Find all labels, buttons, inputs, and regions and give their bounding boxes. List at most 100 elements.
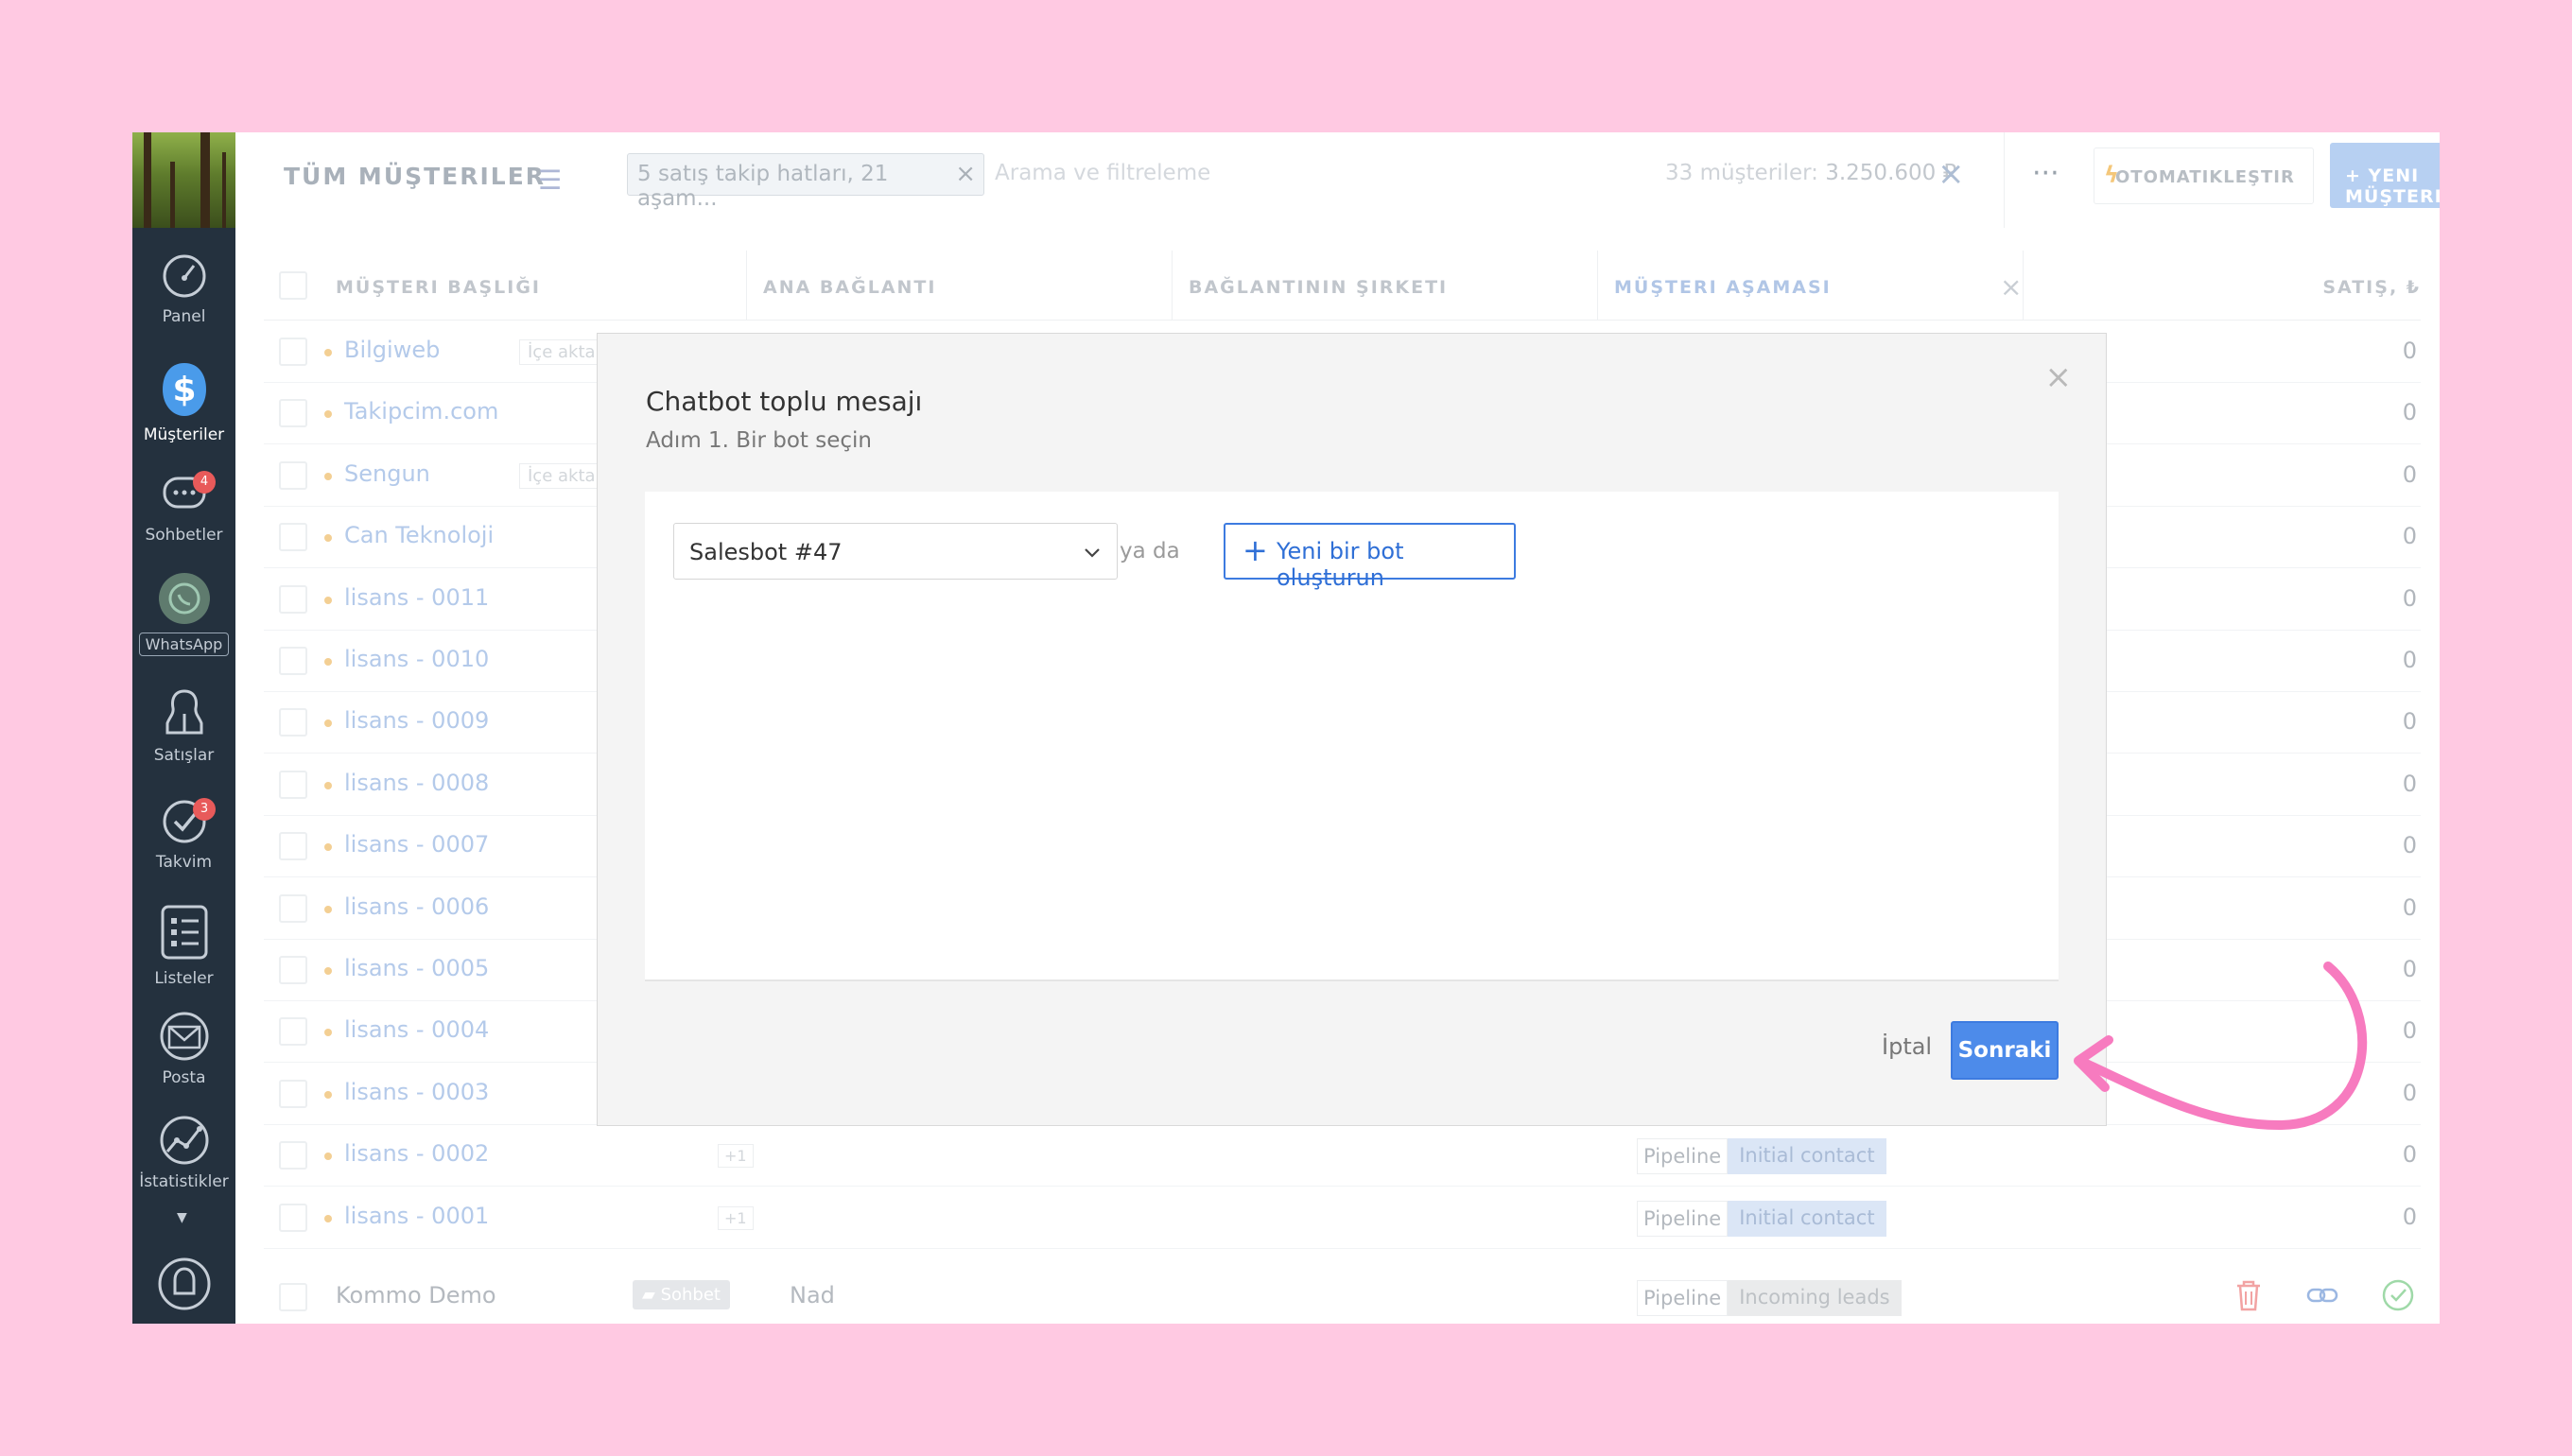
row-checkbox[interactable] bbox=[279, 1203, 307, 1232]
user-avatar[interactable] bbox=[132, 132, 235, 228]
customer-name[interactable]: lisans - 0005 bbox=[344, 955, 489, 981]
row-actions bbox=[2233, 1278, 2415, 1312]
sales-value: 0 bbox=[2402, 1079, 2417, 1106]
sidebar-item-satislar[interactable]: Satışlar bbox=[132, 685, 235, 765]
create-bot-button[interactable]: + Yeni bir bot oluşturun bbox=[1224, 523, 1516, 591]
customer-name[interactable]: lisans - 0003 bbox=[344, 1079, 489, 1105]
page-title: TÜM MÜŞTERILER bbox=[284, 163, 547, 190]
column-header[interactable]: SATIŞ, ₺ bbox=[2322, 251, 2421, 321]
customer-name[interactable]: Sengun bbox=[344, 460, 430, 487]
column-header[interactable]: MÜŞTERI AŞAMASI bbox=[1614, 251, 1832, 321]
sidebar-item-musteriler[interactable]: $ Müşteriler bbox=[132, 361, 235, 444]
sidebar-item-posta[interactable]: Posta bbox=[132, 1012, 235, 1087]
row-checkbox[interactable] bbox=[279, 338, 307, 366]
select-all-checkbox[interactable] bbox=[279, 271, 307, 300]
chat-icon: ▰ bbox=[642, 1285, 661, 1305]
row-checkbox[interactable] bbox=[279, 1283, 307, 1311]
row-checkbox[interactable] bbox=[279, 647, 307, 675]
column-header[interactable]: BAĞLANTININ ŞIRKETI bbox=[1189, 251, 1448, 321]
sidebar-item-istatistikler[interactable]: İstatistikler bbox=[132, 1116, 235, 1191]
sales-value: 0 bbox=[2402, 770, 2417, 797]
status-dot bbox=[324, 534, 332, 543]
row-checkbox[interactable] bbox=[279, 1141, 307, 1170]
customer-name[interactable]: Bilgiweb bbox=[344, 337, 440, 363]
customer-name[interactable]: Takipcim.com bbox=[344, 398, 498, 425]
customer-name[interactable]: lisans - 0006 bbox=[344, 893, 489, 920]
contact-name[interactable]: Nad bbox=[790, 1282, 835, 1309]
customer-name[interactable]: Kommo Demo bbox=[336, 1282, 496, 1309]
gauge-icon bbox=[163, 254, 205, 298]
sidebar-item-label: Takvim bbox=[155, 853, 213, 872]
row-checkbox[interactable] bbox=[279, 893, 307, 923]
row-checkbox[interactable] bbox=[279, 770, 307, 799]
sidebar-item-takvim[interactable]: 3 Takvim bbox=[132, 798, 235, 872]
sidebar-item-notifications[interactable] bbox=[132, 1256, 235, 1320]
sales-value: 0 bbox=[2402, 708, 2417, 736]
sales-value: 0 bbox=[2402, 399, 2417, 426]
bell-icon bbox=[158, 1257, 210, 1310]
row-checkbox[interactable] bbox=[279, 460, 307, 490]
customer-name[interactable]: lisans - 0007 bbox=[344, 831, 489, 858]
chatbot-modal: Chatbot toplu mesajı Adım 1. Bir bot seç… bbox=[597, 333, 2107, 1126]
trash-icon[interactable] bbox=[2233, 1278, 2264, 1312]
row-checkbox[interactable] bbox=[279, 956, 307, 984]
link-icon[interactable] bbox=[2305, 1278, 2339, 1312]
customer-name[interactable]: lisans - 0009 bbox=[344, 707, 489, 734]
column-header[interactable]: ANA BAĞLANTI bbox=[763, 251, 936, 321]
customer-name[interactable]: lisans - 0010 bbox=[344, 646, 489, 672]
notification-badge: 3 bbox=[193, 798, 216, 821]
status-dot bbox=[324, 781, 332, 789]
more-contacts-badge[interactable]: +1 bbox=[718, 1205, 754, 1230]
cancel-button[interactable]: İptal bbox=[1882, 1033, 1932, 1060]
customer-name[interactable]: lisans - 0004 bbox=[344, 1016, 489, 1043]
more-icon[interactable]: ··· bbox=[2032, 157, 2059, 190]
new-customer-button[interactable]: + YENI MÜŞTERI bbox=[2330, 143, 2440, 208]
sales-value: 0 bbox=[2402, 1141, 2417, 1169]
row-checkbox[interactable] bbox=[279, 1079, 307, 1108]
clear-filter-icon[interactable]: × bbox=[1938, 155, 1965, 193]
sales-value: 0 bbox=[2402, 460, 2417, 488]
bot-select[interactable]: Salesbot #47 bbox=[673, 523, 1118, 580]
close-icon[interactable]: × bbox=[2045, 358, 2073, 396]
svg-text:$: $ bbox=[172, 371, 196, 409]
sales-value: 0 bbox=[2402, 338, 2417, 364]
done-icon[interactable] bbox=[2381, 1278, 2415, 1312]
menu-icon[interactable]: ☰ bbox=[538, 165, 562, 196]
customer-name[interactable]: lisans - 0001 bbox=[344, 1203, 489, 1229]
column-header[interactable]: MÜŞTERI BAŞLIĞI bbox=[336, 251, 541, 321]
customer-name[interactable]: lisans - 0008 bbox=[344, 770, 489, 796]
automate-button[interactable]: ϟ OTOMATIKLEŞTIR bbox=[2094, 147, 2314, 204]
row-checkbox[interactable] bbox=[279, 708, 307, 737]
row-checkbox[interactable] bbox=[279, 523, 307, 552]
sidebar-item-label: İstatistikler bbox=[139, 1172, 229, 1191]
filter-chip[interactable]: 5 satış takip hatları, 21 aşam... × bbox=[627, 153, 984, 211]
status-dot bbox=[324, 1153, 332, 1161]
stage-tag: Pipeline Incoming leads bbox=[1637, 1280, 1902, 1316]
sidebar-item-panel[interactable]: Panel bbox=[132, 252, 235, 326]
table-row[interactable]: lisans - 0001 +1 Pipeline Initial contact 0 bbox=[264, 1187, 2421, 1249]
customer-name[interactable]: lisans - 0011 bbox=[344, 584, 489, 611]
status-dot bbox=[324, 1090, 332, 1099]
status-dot bbox=[324, 1029, 332, 1037]
close-icon[interactable]: × bbox=[2000, 271, 2022, 303]
close-icon[interactable]: × bbox=[955, 160, 976, 188]
row-checkbox[interactable] bbox=[279, 832, 307, 861]
customer-name[interactable]: lisans - 0002 bbox=[344, 1140, 489, 1167]
sidebar-item-sohbetler[interactable]: 4 Sohbetler bbox=[132, 471, 235, 545]
status-dot bbox=[324, 658, 332, 666]
sidebar-item-whatsapp[interactable]: WhatsApp bbox=[132, 572, 235, 656]
list-icon bbox=[161, 905, 207, 960]
more-contacts-badge[interactable]: +1 bbox=[718, 1144, 754, 1169]
chat-tag[interactable]: ▰ Sohbet bbox=[633, 1280, 730, 1309]
status-dot bbox=[324, 1214, 332, 1222]
status-dot bbox=[324, 349, 332, 356]
row-checkbox[interactable] bbox=[279, 584, 307, 614]
table-row[interactable]: Kommo Demo ▰ Sohbet Nad Pipeline Incomin… bbox=[264, 1267, 2421, 1324]
sidebar-item-listeler[interactable]: Listeler bbox=[132, 903, 235, 988]
row-checkbox[interactable] bbox=[279, 399, 307, 428]
sidebar-item-label: Posta bbox=[162, 1068, 206, 1087]
search-input[interactable]: Arama ve filtreleme bbox=[995, 161, 1210, 185]
row-checkbox[interactable] bbox=[279, 1017, 307, 1047]
customer-name[interactable]: Can Teknoloji bbox=[344, 522, 494, 548]
sidebar-expand-icon[interactable]: ▼ bbox=[177, 1210, 187, 1225]
